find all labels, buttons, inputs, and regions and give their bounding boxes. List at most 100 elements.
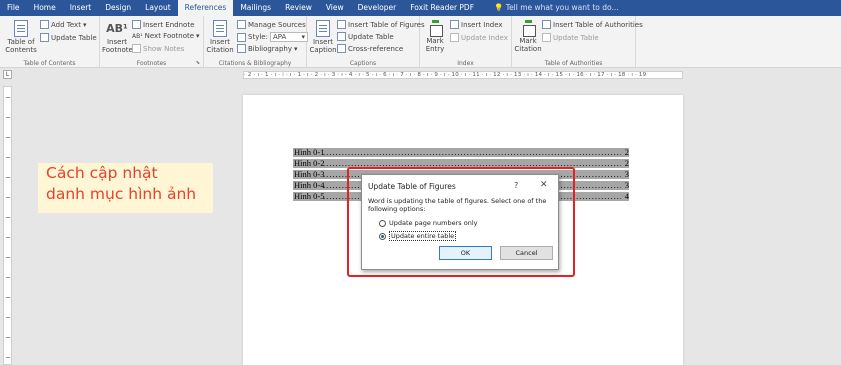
- tab-mailings[interactable]: Mailings: [233, 0, 278, 16]
- manage-sources-icon: [237, 20, 246, 29]
- entry-page: 2: [624, 148, 629, 157]
- option-page-numbers-label: Update page numbers only: [389, 219, 478, 227]
- insert-table-of-authorities-button[interactable]: Insert Table of Authorities: [542, 20, 643, 29]
- mark-entry-label: Mark Entry: [425, 37, 445, 53]
- group-label-footnotes: Footnotes: [136, 60, 167, 67]
- entry-label: Hình 0-1: [294, 148, 326, 157]
- update-authorities-button[interactable]: Update Table: [542, 33, 599, 42]
- insert-table-of-figures-button[interactable]: Insert Table of Figures: [337, 20, 425, 29]
- ruler-row: L · 2 · ı · 1 · ı · ⁞ · ı · 1 · ı · 2 · …: [0, 69, 841, 80]
- group-label-captions: Captions: [349, 60, 377, 67]
- insert-citation-button[interactable]: Insert Citation: [205, 20, 235, 54]
- option-update-page-numbers[interactable]: Update page numbers only: [379, 219, 477, 227]
- horizontal-ruler[interactable]: · 2 · ı · 1 · ı · ⁞ · ı · 1 · ı · 2 · ı …: [243, 71, 683, 79]
- entry-page: 3: [624, 181, 629, 190]
- insert-endnote-icon: [132, 20, 141, 29]
- tab-home[interactable]: Home: [27, 0, 63, 16]
- insert-endnote-button[interactable]: Insert Endnote: [132, 20, 194, 29]
- insert-caption-icon: [316, 20, 330, 37]
- cross-reference-label: Cross-reference: [348, 44, 404, 53]
- entry-label: Hình 0-4: [294, 181, 326, 190]
- update-table-label: Update Table: [51, 33, 97, 42]
- tab-review[interactable]: Review: [278, 0, 319, 16]
- insert-index-label: Insert Index: [461, 20, 503, 29]
- insert-footnote-button[interactable]: AB¹ Insert Footnote: [102, 20, 133, 54]
- cross-reference-icon: [337, 44, 346, 53]
- next-footnote-label: Next Footnote: [144, 32, 195, 40]
- group-index: Mark Entry Insert Index Update Index Ind…: [420, 16, 512, 68]
- group-citations: Insert Citation Manage Sources Style: AP…: [204, 16, 308, 68]
- tell-me-search[interactable]: 💡 Tell me what you want to do...: [487, 0, 626, 16]
- add-text-button[interactable]: Add Text ▾: [40, 20, 86, 29]
- tab-layout[interactable]: Layout: [138, 0, 178, 16]
- cross-reference-button[interactable]: Cross-reference: [337, 44, 403, 53]
- tab-file[interactable]: File: [0, 0, 27, 16]
- tab-references[interactable]: References: [177, 0, 234, 16]
- update-table-icon: [542, 33, 551, 42]
- style-selector[interactable]: Style: APA ▾: [237, 32, 308, 42]
- mark-citation-icon: [521, 20, 536, 37]
- tell-me-text: Tell me what you want to do...: [505, 3, 619, 12]
- entry-page: 2: [624, 159, 629, 168]
- insert-caption-label: Insert Caption: [309, 38, 337, 54]
- tab-design[interactable]: Design: [98, 0, 138, 16]
- chevron-down-icon: ▾: [82, 20, 87, 29]
- update-table-button[interactable]: Update Table: [40, 33, 97, 42]
- entry-label: Hình 0-5: [294, 192, 326, 201]
- tab-selector[interactable]: L: [3, 70, 12, 79]
- tab-insert[interactable]: Insert: [63, 0, 99, 16]
- tab-developer[interactable]: Developer: [351, 0, 404, 16]
- mark-entry-button[interactable]: Mark Entry: [422, 20, 448, 53]
- bibliography-icon: [237, 44, 246, 53]
- insert-table-of-figures-label: Insert Table of Figures: [348, 20, 425, 29]
- style-dropdown[interactable]: APA ▾: [269, 32, 308, 42]
- mark-entry-icon: [428, 20, 443, 37]
- cancel-button[interactable]: Cancel: [500, 246, 553, 260]
- help-icon[interactable]: ?: [514, 181, 518, 190]
- chevron-down-icon: ▾: [301, 33, 305, 41]
- ok-button[interactable]: OK: [439, 246, 492, 260]
- group-label-citations: Citations & Bibliography: [218, 60, 292, 67]
- show-notes-label: Show Notes: [143, 44, 185, 53]
- update-index-button[interactable]: Update Index: [450, 33, 508, 42]
- chevron-down-icon: ▾: [196, 32, 200, 40]
- close-icon[interactable]: ✕: [540, 180, 548, 190]
- update-table-icon: [337, 32, 346, 41]
- chevron-down-icon: ▾: [294, 44, 298, 53]
- lightbulb-icon: 💡: [494, 3, 504, 12]
- add-text-label: Add Text: [51, 20, 81, 29]
- insert-index-button[interactable]: Insert Index: [450, 20, 503, 29]
- show-notes-button[interactable]: Show Notes: [132, 44, 184, 53]
- table-of-figures-entry[interactable]: Hình 0-1 ...............................…: [293, 148, 629, 157]
- manage-sources-label: Manage Sources: [248, 20, 306, 29]
- insert-caption-button[interactable]: Insert Caption: [309, 20, 337, 54]
- bibliography-button[interactable]: Bibliography ▾: [237, 44, 298, 53]
- update-table-figures-button[interactable]: Update Table: [337, 32, 394, 41]
- tab-view[interactable]: View: [319, 0, 351, 16]
- radio-entire-table[interactable]: [379, 232, 386, 240]
- tab-foxit-reader-pdf[interactable]: Foxit Reader PDF: [403, 0, 481, 16]
- update-table-icon: [40, 33, 49, 42]
- table-of-contents-button[interactable]: Table of Contents: [4, 20, 38, 54]
- update-table-of-figures-dialog: Update Table of Figures ? ✕ Word is upda…: [361, 174, 559, 270]
- dialog-message: Word is updating the table of figures. S…: [368, 197, 547, 213]
- entry-page: 4: [624, 192, 629, 201]
- insert-index-icon: [450, 20, 459, 29]
- dialog-launcher-icon[interactable]: ⬊: [196, 60, 200, 66]
- vertical-ruler[interactable]: [3, 86, 12, 365]
- callout-line-2: danh mục hình ảnh: [46, 185, 197, 203]
- update-index-icon: [450, 33, 459, 42]
- style-icon: [237, 32, 246, 42]
- style-label: Style:: [248, 33, 268, 41]
- update-index-label: Update Index: [461, 33, 508, 42]
- next-footnote-button[interactable]: AB¹ Next Footnote ▾: [132, 32, 200, 40]
- group-footnotes: AB¹ Insert Footnote Insert Endnote AB¹ N…: [100, 16, 204, 68]
- manage-sources-button[interactable]: Manage Sources: [237, 20, 306, 29]
- option-update-entire-table[interactable]: Update entire table: [379, 231, 457, 241]
- option-entire-table-label: Update entire table: [389, 231, 457, 241]
- table-of-contents-icon: [14, 20, 28, 37]
- mark-citation-button[interactable]: Mark Citation: [514, 20, 542, 53]
- radio-page-numbers[interactable]: [379, 219, 386, 227]
- callout-line-1: Cách cập nhật: [46, 164, 158, 182]
- add-text-icon: [40, 20, 49, 29]
